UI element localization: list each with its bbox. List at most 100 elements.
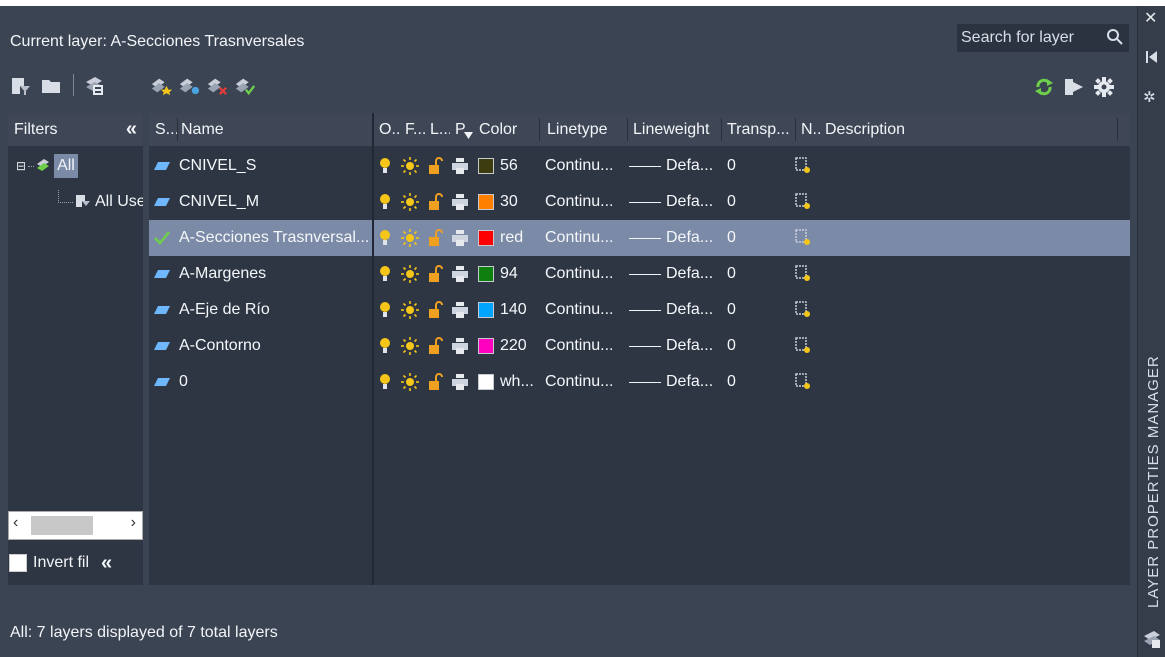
freeze-sun-icon[interactable]	[401, 228, 419, 248]
freeze-sun-icon[interactable]	[401, 156, 419, 176]
col-divider[interactable]	[627, 118, 628, 141]
linetype-value[interactable]: Continu...	[545, 292, 625, 328]
color-label[interactable]: wh...	[500, 364, 540, 400]
new-vp-freeze-icon[interactable]	[794, 192, 812, 212]
layer-settings-transfer-icon[interactable]	[1063, 76, 1085, 103]
color-swatch[interactable]	[478, 302, 494, 318]
scroll-thumb[interactable]	[31, 516, 93, 535]
layer-name[interactable]: CNIVEL_M	[179, 184, 371, 220]
color-swatch[interactable]	[478, 266, 494, 282]
col-divider[interactable]	[721, 118, 722, 141]
col-lineweight[interactable]: Lineweight	[633, 113, 719, 146]
lineweight-value[interactable]: Defa...	[666, 328, 720, 364]
unlock-icon[interactable]	[427, 336, 445, 356]
color-label[interactable]: 140	[500, 292, 540, 328]
linetype-value[interactable]: Continu...	[545, 328, 625, 364]
new-vp-freeze-icon[interactable]	[794, 336, 812, 356]
layer-row[interactable]: 0 wh... Continu... Defa... 0	[149, 364, 1130, 400]
col-divider[interactable]	[795, 118, 796, 141]
layer-name[interactable]: A-Contorno	[179, 328, 371, 364]
layer-name[interactable]: A-Margenes	[179, 256, 371, 292]
collapse-filters-bottom-button[interactable]: «	[101, 552, 112, 575]
transparency-value[interactable]: 0	[727, 184, 757, 220]
layer-name[interactable]: A-Eje de Río	[179, 292, 371, 328]
layer-row[interactable]: A-Eje de Río 140 Continu... Defa... 0	[149, 292, 1130, 328]
lineweight-value[interactable]: Defa...	[666, 292, 720, 328]
linetype-value[interactable]: Continu...	[545, 220, 625, 256]
col-name[interactable]: Name	[181, 113, 371, 146]
layer-name[interactable]: CNIVEL_S	[179, 148, 371, 184]
color-label[interactable]: red	[500, 220, 540, 256]
freeze-sun-icon[interactable]	[401, 192, 419, 212]
unlock-icon[interactable]	[427, 228, 445, 248]
tree-node-all-used[interactable]: All Used Layers	[8, 188, 143, 216]
transparency-value[interactable]: 0	[727, 256, 757, 292]
new-vp-freeze-icon[interactable]	[794, 300, 812, 320]
lineweight-value[interactable]: Defa...	[666, 148, 720, 184]
settings-gear-icon[interactable]	[1093, 76, 1115, 103]
color-swatch[interactable]	[478, 374, 494, 390]
col-transparency[interactable]: Transp...	[727, 113, 793, 146]
transparency-value[interactable]: 0	[727, 148, 757, 184]
layer-name[interactable]: A-Secciones Trasnversal...	[179, 220, 371, 256]
color-swatch[interactable]	[478, 230, 494, 246]
collapse-filters-button[interactable]: «	[126, 118, 137, 141]
freeze-sun-icon[interactable]	[401, 372, 419, 392]
new-vp-freeze-icon[interactable]	[794, 156, 812, 176]
transparency-value[interactable]: 0	[727, 292, 757, 328]
layer-states-manager-icon[interactable]	[84, 74, 106, 96]
set-current-icon[interactable]	[234, 74, 256, 96]
new-vp-freeze-icon[interactable]	[794, 372, 812, 392]
collapse-node-icon[interactable]: ⊟	[16, 159, 26, 173]
lineweight-value[interactable]: Defa...	[666, 184, 720, 220]
plot-printer-icon[interactable]	[451, 156, 469, 176]
new-vp-freeze-icon[interactable]	[794, 228, 812, 248]
plot-printer-icon[interactable]	[451, 300, 469, 320]
properties-icon[interactable]: ✲	[1143, 88, 1156, 106]
unlock-icon[interactable]	[427, 300, 445, 320]
refresh-icon[interactable]	[1033, 76, 1055, 103]
unlock-icon[interactable]	[427, 192, 445, 212]
col-on[interactable]: O..	[379, 113, 399, 146]
plot-printer-icon[interactable]	[451, 336, 469, 356]
filters-horizontal-scrollbar[interactable]: ‹ ›	[8, 511, 143, 540]
plot-printer-icon[interactable]	[451, 372, 469, 392]
tree-node-all[interactable]: ⊟ All	[8, 152, 78, 180]
col-freeze[interactable]: F...	[405, 113, 425, 146]
layer-row[interactable]: A-Secciones Trasnversal... red Continu... D…	[149, 220, 1130, 256]
freeze-sun-icon[interactable]	[401, 336, 419, 356]
color-label[interactable]: 30	[500, 184, 540, 220]
linetype-value[interactable]: Continu...	[545, 184, 625, 220]
on-bulb-icon[interactable]	[376, 372, 394, 392]
color-swatch[interactable]	[478, 158, 494, 174]
linetype-value[interactable]: Continu...	[545, 256, 625, 292]
new-layer-vp-frozen-icon[interactable]	[178, 74, 200, 96]
col-lock[interactable]: L...	[430, 113, 450, 146]
scroll-left-icon[interactable]: ‹	[13, 514, 18, 532]
color-swatch[interactable]	[478, 194, 494, 210]
col-divider[interactable]	[539, 118, 540, 141]
color-label[interactable]: 94	[500, 256, 540, 292]
unlock-icon[interactable]	[427, 156, 445, 176]
color-swatch[interactable]	[478, 338, 494, 354]
invert-filter-checkbox[interactable]	[9, 554, 27, 572]
search-box[interactable]	[957, 24, 1129, 52]
on-bulb-icon[interactable]	[376, 336, 394, 356]
transparency-value[interactable]: 0	[727, 328, 757, 364]
new-group-filter-icon[interactable]	[40, 74, 62, 96]
search-input[interactable]	[961, 28, 1101, 48]
col-divider[interactable]	[1117, 118, 1118, 141]
unlock-icon[interactable]	[427, 372, 445, 392]
transparency-value[interactable]: 0	[727, 220, 757, 256]
col-color[interactable]: Color	[479, 113, 537, 146]
on-bulb-icon[interactable]	[376, 264, 394, 284]
new-property-filter-icon[interactable]	[10, 74, 32, 96]
delete-layer-icon[interactable]	[206, 74, 228, 96]
new-layer-icon[interactable]	[150, 74, 172, 96]
col-new-vp-freeze[interactable]: N..	[801, 113, 821, 146]
freeze-sun-icon[interactable]	[401, 300, 419, 320]
layer-row[interactable]: A-Contorno 220 Continu... Defa... 0	[149, 328, 1130, 364]
freeze-sun-icon[interactable]	[401, 264, 419, 284]
linetype-value[interactable]: Continu...	[545, 364, 625, 400]
close-icon[interactable]: ✕	[1144, 8, 1157, 28]
